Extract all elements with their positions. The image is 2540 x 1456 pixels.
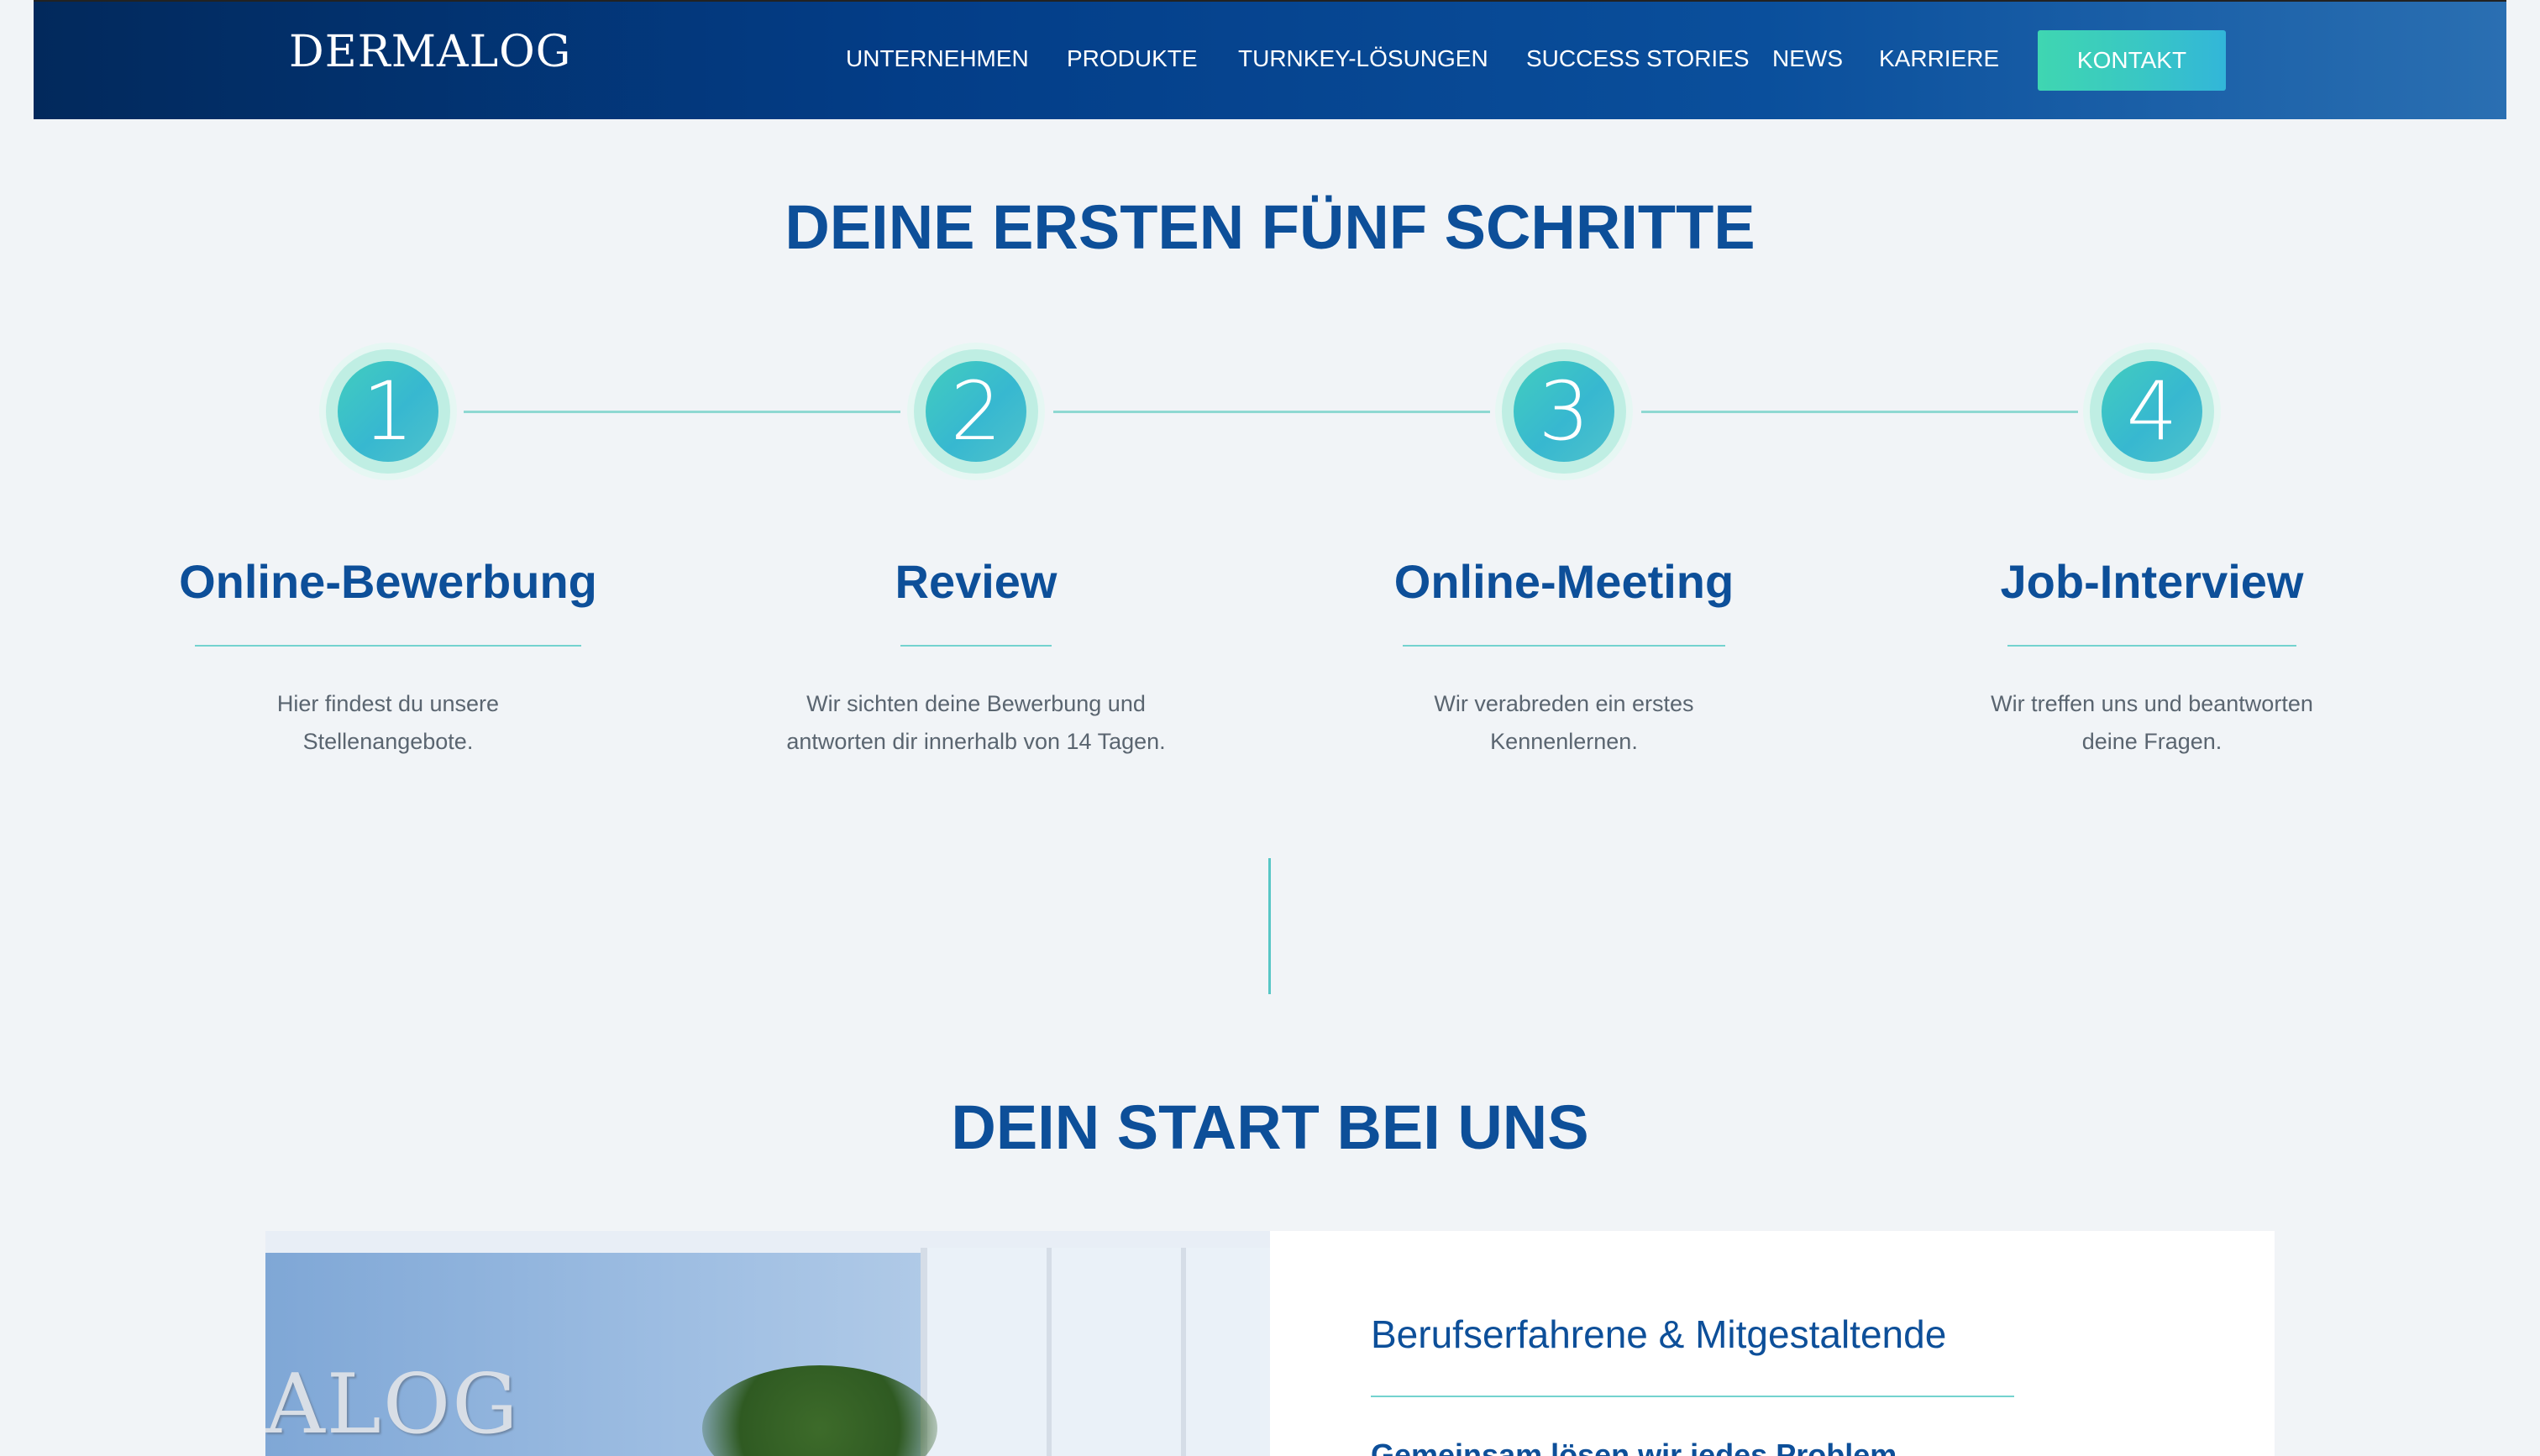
section-divider-line — [1268, 858, 1271, 994]
nav-unternehmen[interactable]: UNTERNEHMEN — [846, 45, 1029, 72]
kontakt-button[interactable]: KONTAKT — [2038, 30, 2226, 91]
nav-news[interactable]: NEWS — [1772, 45, 1843, 72]
step-3-desc-line-2: Kennenlernen. — [1490, 729, 1638, 754]
step-4-title: Job-Interview — [2000, 555, 2304, 608]
photo-window-frame — [1181, 1248, 1186, 1456]
step-4-number-badge: 4 — [2102, 361, 2202, 462]
step-3-description: Wir verabreden ein erstes Kennenlernen. — [1295, 685, 1833, 761]
photo-wall-logo: ALOG — [265, 1357, 520, 1453]
start-card: Berufserfahrene & Mitgestaltende Gemeins… — [1270, 1231, 2275, 1456]
step-2-desc-line-1: Wir sichten deine Bewerbung und — [806, 691, 1146, 716]
step-3-title: Online-Meeting — [1393, 555, 1734, 608]
step-2-number-badge: 2 — [926, 361, 1026, 462]
dermalog-logo[interactable]: DERMALOG — [289, 27, 571, 77]
start-section-title: DEIN START BEI UNS — [951, 1092, 1589, 1162]
step-2-description: Wir sichten deine Bewerbung und antworte… — [707, 685, 1245, 761]
step-1-description: Hier findest du unsere Stellenangebote. — [119, 685, 657, 761]
card-underline — [1371, 1396, 2014, 1397]
step-4-underline — [2007, 645, 2296, 647]
step-connector — [1053, 411, 1490, 413]
step-connector — [1641, 411, 2078, 413]
step-4-description: Wir treffen uns und beantworten deine Fr… — [1883, 685, 2421, 761]
office-photo: ALOG — [265, 1231, 1270, 1456]
nav-success-stories[interactable]: SUCCESS STORIES — [1526, 45, 1750, 72]
card-subheading: Gemeinsam lösen wir jedes Problem — [1371, 1438, 1897, 1456]
step-2-title: Review — [895, 555, 1057, 608]
step-1-underline — [195, 645, 581, 647]
photo-plant — [702, 1365, 937, 1456]
step-2-desc-line-2: antworten dir innerhalb von 14 Tagen. — [786, 729, 1166, 754]
step-1-title: Online-Bewerbung — [179, 555, 597, 608]
step-1-number-badge: 1 — [338, 361, 438, 462]
nav-turnkey-loesungen[interactable]: TURNKEY-LÖSUNGEN — [1238, 45, 1488, 72]
step-4-desc-line-1: Wir treffen uns und beantworten — [1991, 691, 2313, 716]
step-3-underline — [1403, 645, 1725, 647]
site-header: DERMALOG UNTERNEHMEN PRODUKTE TURNKEY-LÖ… — [34, 0, 2506, 119]
step-4-desc-line-2: deine Fragen. — [2081, 729, 2222, 754]
steps-section-title: DEINE ERSTEN FÜNF SCHRITTE — [785, 192, 1755, 262]
nav-karriere[interactable]: KARRIERE — [1879, 45, 1999, 72]
step-3-desc-line-1: Wir verabreden ein erstes — [1434, 691, 1694, 716]
step-2-underline — [900, 645, 1052, 647]
step-3-number-badge: 3 — [1514, 361, 1614, 462]
step-1-desc-line-2: Stellenangebote. — [302, 729, 474, 754]
step-1-desc-line-1: Hier findest du unsere — [276, 691, 500, 716]
card-heading: Berufserfahrene & Mitgestaltende — [1371, 1312, 1947, 1356]
photo-window — [921, 1248, 1270, 1456]
photo-window-frame — [1047, 1248, 1052, 1456]
step-connector — [464, 411, 900, 413]
nav-produkte[interactable]: PRODUKTE — [1067, 45, 1198, 72]
